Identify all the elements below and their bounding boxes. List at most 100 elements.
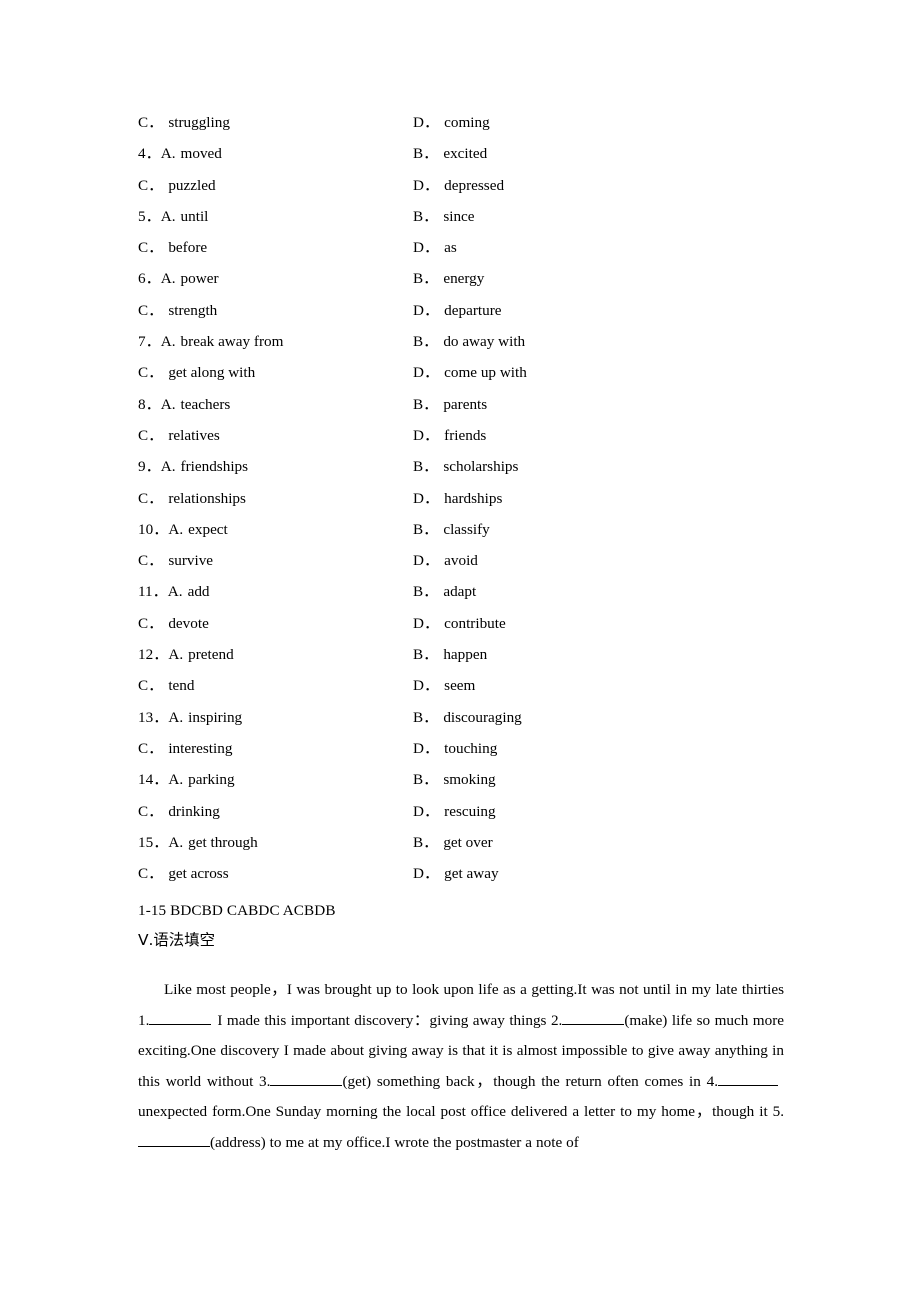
option-text: strength [168,301,218,319]
option-key: 6．A. [138,270,176,288]
option-choice[interactable]: D． get away [413,858,499,889]
option-choice[interactable]: C． get along with [138,357,255,388]
option-key: B． [413,583,439,601]
option-text: get across [168,865,229,883]
option-choice[interactable]: 7．A. break away from [138,326,283,357]
option-choice[interactable]: 13．A. inspiring [138,702,242,733]
option-choice[interactable]: D． coming [413,107,490,138]
option-choice[interactable]: D． rescuing [413,796,496,827]
option-choice[interactable]: 8．A. teachers [138,389,230,420]
option-text: get along with [168,364,256,382]
option-choice[interactable]: B． discouraging [413,702,522,733]
option-choice[interactable]: D． contribute [413,608,506,639]
blank-1[interactable] [149,1009,212,1025]
option-text: pretend [188,646,234,664]
option-key: D． [413,426,440,444]
option-choice[interactable]: B． excited [413,138,487,169]
option-choice[interactable]: B． happen [413,639,487,670]
option-choice[interactable]: D． depressed [413,170,504,201]
option-text: departure [444,301,502,319]
option-choice[interactable]: 4．A. moved [138,138,222,169]
option-key: 7．A. [138,333,176,351]
option-choice[interactable]: C． relatives [138,420,220,451]
option-choice[interactable]: C． get across [138,858,229,889]
option-choice[interactable]: C． puzzled [138,170,216,201]
blank-3[interactable] [270,1070,343,1086]
option-choice[interactable]: B． get over [413,827,493,858]
option-text: get away [444,865,499,883]
option-choice[interactable]: 11．A. add [138,576,210,607]
blank-5[interactable] [138,1131,210,1147]
option-text: rescuing [444,802,496,820]
option-row: 6．A. power B． energy [138,263,798,294]
option-key: C． [138,552,164,570]
option-choice[interactable]: C． before [138,232,207,263]
option-choice[interactable]: B． scholarships [413,451,518,482]
option-choice[interactable]: 6．A. power [138,263,219,294]
option-row: C． get along with D． come up with [138,357,798,388]
option-choice[interactable]: 9．A. friendships [138,451,248,482]
option-choice[interactable]: 12．A. pretend [138,639,234,670]
option-choice[interactable]: C． devote [138,608,209,639]
option-key: C． [138,301,164,319]
option-text: seem [444,677,476,695]
grammar-fill-passage: Like most people，I was brought up to loo… [138,975,784,1158]
option-text: contribute [444,614,506,632]
option-choice[interactable]: D． hardships [413,483,502,514]
option-choice[interactable]: B． do away with [413,326,525,357]
option-key: C． [138,489,164,507]
option-key: D． [413,239,440,257]
option-choice[interactable]: D． touching [413,733,497,764]
option-choice[interactable]: D． departure [413,295,502,326]
option-text: classify [443,520,490,538]
option-choice[interactable]: C． interesting [138,733,232,764]
option-choice[interactable]: B． smoking [413,764,496,795]
option-choice[interactable]: B． adapt [413,576,476,607]
option-key: B． [413,520,439,538]
option-choice[interactable]: B． classify [413,514,490,545]
option-text: struggling [168,114,230,131]
blank-2[interactable] [562,1009,625,1025]
answer-key-line: 1-15 BDCBD CABDC ACBDB [138,902,336,919]
passage-segment-2: I made this important discovery：giving a… [217,1011,563,1029]
option-choice[interactable]: D． avoid [413,545,478,576]
option-key: 14．A. [138,771,184,789]
option-row: C． get across D． get away [138,858,798,889]
option-text: scholarships [443,458,519,476]
option-choice[interactable]: C． drinking [138,796,220,827]
option-key: B． [413,646,439,664]
option-row: 13．A. inspiring B． discouraging [138,702,798,733]
option-choice[interactable]: C． strength [138,295,217,326]
option-text: puzzled [168,176,216,194]
option-key: C． [138,865,164,883]
option-choice[interactable]: B． energy [413,263,484,294]
option-key: D． [413,176,440,194]
option-choice[interactable]: C． struggling [138,107,230,138]
option-choice[interactable]: D． seem [413,670,475,701]
option-text: moved [180,145,222,163]
option-row: C． puzzled D． depressed [138,170,798,201]
option-choice[interactable]: D． friends [413,420,486,451]
option-key: 10．A. [138,520,184,538]
option-choice[interactable]: B． parents [413,389,487,420]
option-choice[interactable]: 15．A. get through [138,827,258,858]
option-key: B． [413,395,439,413]
option-key: D． [413,614,440,632]
option-choice[interactable]: D． as [413,232,457,263]
option-text: survive [168,552,214,570]
option-choice[interactable]: 10．A. expect [138,514,228,545]
option-choice[interactable]: B． since [413,201,475,232]
option-choice[interactable]: C． tend [138,670,194,701]
blank-4[interactable] [718,1070,778,1086]
option-text: teachers [180,395,231,413]
option-choice[interactable]: C． survive [138,545,213,576]
option-key: 12．A. [138,646,184,664]
option-choice[interactable]: C． relationships [138,483,246,514]
option-choice[interactable]: 5．A. until [138,201,208,232]
option-choice[interactable]: D． come up with [413,357,527,388]
option-key: D． [413,552,440,570]
option-text: hardships [444,489,503,507]
option-text: friendships [180,458,249,476]
option-choice[interactable]: 14．A. parking [138,764,235,795]
option-key: B． [413,333,439,351]
